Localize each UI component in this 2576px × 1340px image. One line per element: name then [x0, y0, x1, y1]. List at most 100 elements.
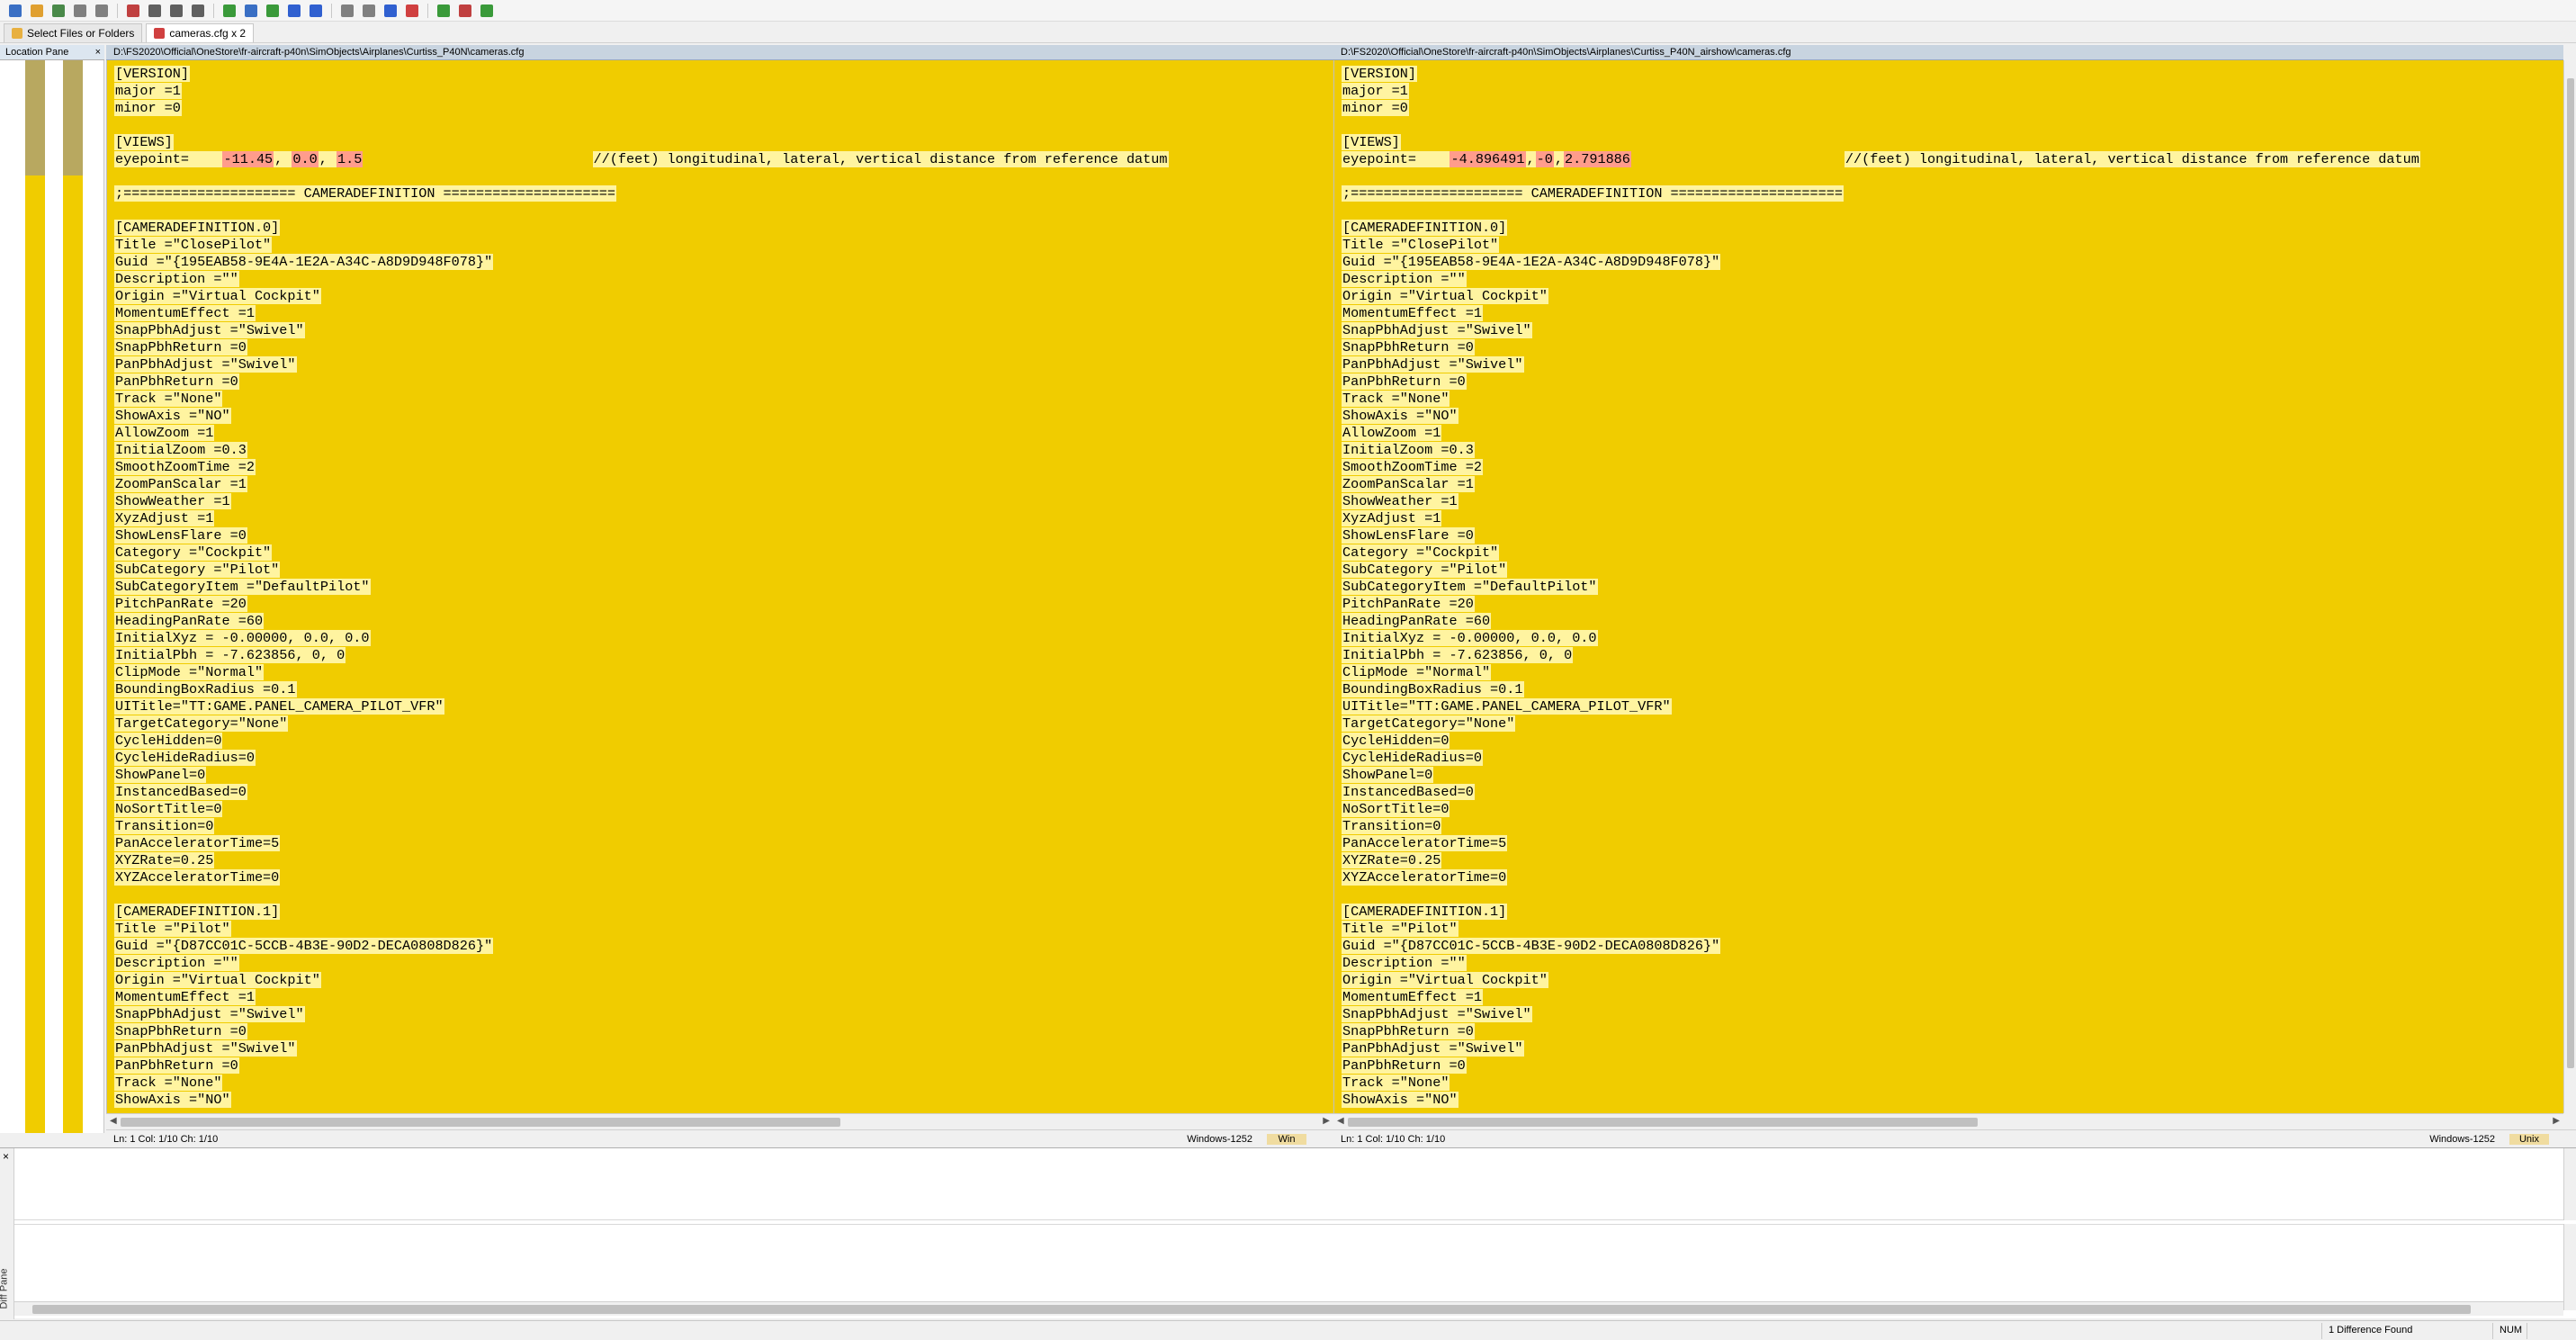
prev-diff-icon[interactable] — [306, 2, 326, 20]
code-line[interactable]: SmoothZoomTime =2 — [114, 459, 1169, 476]
left-hscrollbar[interactable]: ◀ ▶ — [106, 1113, 1333, 1129]
code-line[interactable]: PanPbhAdjust ="Swivel" — [1342, 1040, 2420, 1057]
copy-right-icon[interactable] — [402, 2, 422, 20]
right-hscrollbar[interactable]: ◀ ▶ — [1333, 1113, 2563, 1129]
code-line[interactable]: SubCategoryItem ="DefaultPilot" — [1342, 579, 2420, 596]
code-line[interactable]: ;===================== CAMERADEFINITION … — [1342, 185, 2420, 202]
code-line[interactable]: PanPbhReturn =0 — [1342, 373, 2420, 391]
code-line[interactable]: minor =0 — [114, 100, 1169, 117]
scroll-thumb[interactable] — [2567, 78, 2574, 1068]
code-line[interactable]: SnapPbhReturn =0 — [1342, 1023, 2420, 1040]
code-line[interactable]: ShowWeather =1 — [114, 493, 1169, 510]
code-line[interactable]: PitchPanRate =20 — [1342, 596, 2420, 613]
code-line[interactable]: Guid ="{195EAB58-9E4A-1E2A-A34C-A8D9D948… — [1342, 254, 2420, 271]
code-line[interactable]: Description ="" — [1342, 271, 2420, 288]
code-line[interactable]: MomentumEffect =1 — [114, 305, 1169, 322]
copy-left-icon[interactable] — [381, 2, 400, 20]
code-line[interactable]: InstancedBased=0 — [114, 784, 1169, 801]
code-line[interactable]: SnapPbhAdjust ="Swivel" — [114, 1006, 1169, 1023]
code-line[interactable]: InitialZoom =0.3 — [114, 442, 1169, 459]
tab-cameras-cfg[interactable]: cameras.cfg x 2 — [146, 23, 255, 42]
diff-right-line[interactable] — [14, 1224, 2576, 1310]
code-line[interactable]: [CAMERADEFINITION.0] — [114, 220, 1169, 237]
code-line[interactable]: InitialPbh = -7.623856, 0, 0 — [1342, 647, 2420, 664]
code-line[interactable]: MomentumEffect =1 — [1342, 305, 2420, 322]
code-line[interactable]: Title ="Pilot" — [1342, 921, 2420, 938]
code-line[interactable]: ShowLensFlare =0 — [1342, 527, 2420, 544]
code-line[interactable]: Description ="" — [1342, 955, 2420, 972]
diff-left-line[interactable] — [14, 1148, 2576, 1220]
copy-icon[interactable] — [145, 2, 165, 20]
code-line[interactable]: SnapPbhAdjust ="Swivel" — [1342, 1006, 2420, 1023]
code-line[interactable]: HeadingPanRate =60 — [114, 613, 1169, 630]
merge-icon[interactable] — [241, 2, 261, 20]
code-line[interactable]: PanPbhAdjust ="Swivel" — [1342, 356, 2420, 373]
code-line[interactable]: minor =0 — [1342, 100, 2420, 117]
code-line[interactable]: BoundingBoxRadius =0.1 — [1342, 681, 2420, 698]
code-line[interactable]: UITitle="TT:GAME.PANEL_CAMERA_PILOT_VFR" — [114, 698, 1169, 715]
code-line[interactable]: MomentumEffect =1 — [114, 989, 1169, 1006]
code-line[interactable]: Guid ="{D87CC01C-5CCB-4B3E-90D2-DECA0808… — [114, 938, 1169, 955]
close-icon[interactable]: × — [95, 47, 101, 58]
code-line[interactable]: ClipMode ="Normal" — [1342, 664, 2420, 681]
code-line[interactable]: CycleHidden=0 — [114, 733, 1169, 750]
code-line[interactable] — [1342, 202, 2420, 220]
code-line[interactable]: ShowAxis ="NO" — [1342, 408, 2420, 425]
code-line[interactable] — [114, 117, 1169, 134]
code-line[interactable] — [114, 168, 1169, 185]
line-ending[interactable]: Win — [1267, 1133, 1306, 1145]
code-line[interactable]: SnapPbhAdjust ="Swivel" — [114, 322, 1169, 339]
bookmark-icon[interactable] — [123, 2, 143, 20]
code-line[interactable]: Origin ="Virtual Cockpit" — [114, 972, 1169, 989]
code-line[interactable]: Origin ="Virtual Cockpit" — [1342, 288, 2420, 305]
code-line[interactable]: AllowZoom =1 — [1342, 425, 2420, 442]
next-diff-icon[interactable] — [284, 2, 304, 20]
code-line[interactable]: PanPbhAdjust ="Swivel" — [114, 356, 1169, 373]
code-line[interactable]: Category ="Cockpit" — [1342, 544, 2420, 562]
code-line[interactable]: XyzAdjust =1 — [1342, 510, 2420, 527]
code-line[interactable]: AllowZoom =1 — [114, 425, 1169, 442]
paste-icon[interactable] — [188, 2, 208, 20]
code-line[interactable]: Guid ="{D87CC01C-5CCB-4B3E-90D2-DECA0808… — [1342, 938, 2420, 955]
code-line[interactable]: ShowLensFlare =0 — [114, 527, 1169, 544]
new-file-icon[interactable] — [5, 2, 25, 20]
code-line[interactable]: TargetCategory="None" — [114, 715, 1169, 733]
code-line[interactable]: [VERSION] — [1342, 66, 2420, 83]
scroll-thumb[interactable] — [32, 1305, 2471, 1314]
location-bar-right[interactable] — [63, 60, 83, 1133]
code-line[interactable] — [1342, 886, 2420, 904]
encoding[interactable]: Windows-1252 — [2429, 1134, 2495, 1145]
tab-select-files[interactable]: Select Files or Folders — [4, 23, 143, 42]
location-pane[interactable] — [0, 60, 104, 1133]
code-line[interactable]: Transition=0 — [1342, 818, 2420, 835]
code-line[interactable]: HeadingPanRate =60 — [1342, 613, 2420, 630]
code-line[interactable]: Title ="Pilot" — [114, 921, 1169, 938]
code-line[interactable] — [114, 202, 1169, 220]
diff-hscrollbar[interactable] — [14, 1301, 2563, 1316]
code-line[interactable]: major =1 — [1342, 83, 2420, 100]
code-line[interactable]: major =1 — [114, 83, 1169, 100]
code-line[interactable]: SubCategory ="Pilot" — [1342, 562, 2420, 579]
code-line[interactable]: Transition=0 — [114, 818, 1169, 835]
code-line[interactable]: [VIEWS] — [114, 134, 1169, 151]
last-diff-icon[interactable] — [359, 2, 379, 20]
encoding[interactable]: Windows-1252 — [1187, 1134, 1252, 1145]
line-ending[interactable]: Unix — [2509, 1133, 2549, 1145]
left-path-bar[interactable]: D:\FS2020\Official\OneStore\fr-aircraft-… — [106, 45, 1333, 60]
code-line[interactable]: Track ="None" — [1342, 1075, 2420, 1092]
code-line[interactable]: Description ="" — [114, 955, 1169, 972]
code-line[interactable]: Origin ="Virtual Cockpit" — [114, 288, 1169, 305]
open-folder-icon[interactable] — [27, 2, 47, 20]
code-line[interactable]: ZoomPanScalar =1 — [114, 476, 1169, 493]
code-line[interactable]: [CAMERADEFINITION.1] — [114, 904, 1169, 921]
redo-icon[interactable] — [92, 2, 112, 20]
scroll-thumb[interactable] — [1348, 1118, 1978, 1127]
code-line[interactable]: eyepoint= -11.45, 0.0, 1.5 //(feet) long… — [114, 151, 1169, 168]
location-bar-left[interactable] — [25, 60, 45, 1133]
code-line[interactable]: MomentumEffect =1 — [1342, 989, 2420, 1006]
code-line[interactable]: SnapPbhReturn =0 — [1342, 339, 2420, 356]
first-diff-icon[interactable] — [337, 2, 357, 20]
undo-icon[interactable] — [70, 2, 90, 20]
code-line[interactable]: ShowAxis ="NO" — [114, 408, 1169, 425]
code-line[interactable]: TargetCategory="None" — [1342, 715, 2420, 733]
